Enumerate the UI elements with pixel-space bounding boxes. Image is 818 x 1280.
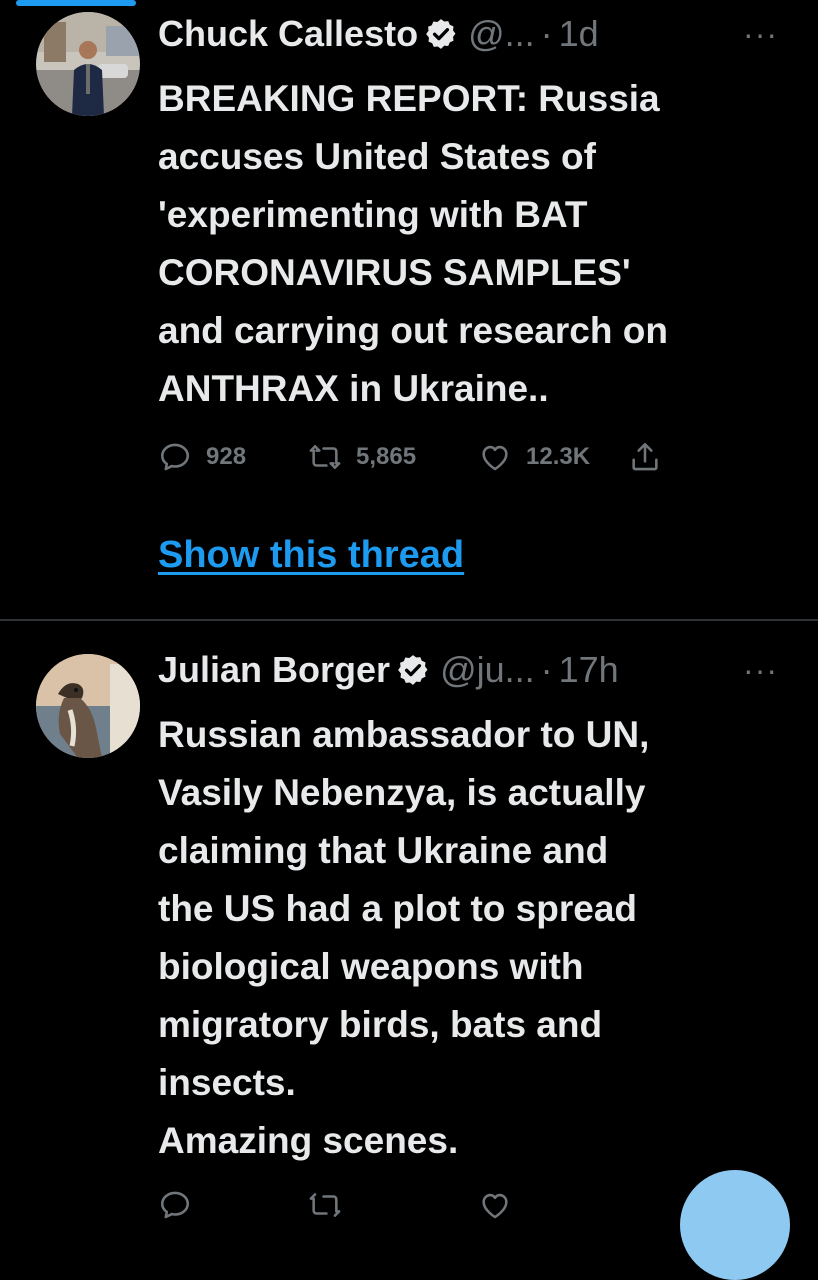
reply-button[interactable]: 928 [158, 440, 308, 474]
retweet-button[interactable]: 5,865 [308, 440, 478, 474]
tweet-text-line: insects. [158, 1062, 296, 1103]
tweet-text: BREAKING REPORT: Russia accuses United S… [158, 70, 798, 418]
retweet-count: 5,865 [356, 443, 417, 470]
avatar[interactable] [36, 12, 140, 116]
tweet-text-line: BREAKING REPORT: Russia [158, 78, 660, 119]
more-options-icon[interactable]: ··· [743, 14, 778, 54]
share-button[interactable] [628, 440, 662, 474]
tweet-text-line: migratory birds, bats and [158, 1004, 603, 1045]
separator-dot: · [540, 649, 553, 690]
tweet-actions [158, 1188, 628, 1222]
share-icon [632, 442, 658, 471]
heart-icon [482, 1193, 508, 1219]
author-handle[interactable]: @... [468, 14, 535, 54]
tweet-text-line: and carrying out research on [158, 310, 668, 351]
tweet-text-line: 'experimenting with BAT [158, 194, 588, 235]
tweet-timestamp[interactable]: 1d [559, 14, 599, 54]
tweet-card[interactable]: Julian Borger @ju... · 17h ··· Russian a… [0, 622, 818, 1219]
like-count: 12.3K [526, 443, 591, 470]
retweet-icon [309, 1193, 341, 1217]
retweet-button[interactable] [308, 1188, 478, 1222]
tweet-text: Russian ambassador to UN, Vasily Nebenzy… [158, 706, 798, 1170]
author-handle[interactable]: @ju... [440, 650, 535, 690]
separator-dot: · [540, 13, 553, 54]
like-button[interactable] [478, 1188, 628, 1222]
tweet-timestamp[interactable]: 17h [559, 650, 619, 690]
verified-badge-icon [396, 653, 430, 687]
tweet-text-line: biological weapons with [158, 946, 584, 987]
show-thread-link[interactable]: Show this thread [158, 534, 464, 577]
verified-badge-icon [424, 17, 458, 51]
tweet-text-line: Amazing scenes. [158, 1120, 459, 1161]
avatar[interactable] [36, 654, 140, 758]
tweet-divider [0, 619, 818, 621]
tweet-text-line: the US had a plot to spread [158, 888, 637, 929]
tweet-text-line: CORONAVIRUS SAMPLES' [158, 252, 631, 293]
tweet-header: Chuck Callesto @... · 1d ··· [158, 14, 778, 54]
tweet-header: Julian Borger @ju... · 17h ··· [158, 650, 778, 690]
tweet-text-line: accuses United States of [158, 136, 596, 177]
like-button[interactable]: 12.3K [478, 440, 628, 474]
author-name[interactable]: Julian Borger [158, 650, 390, 690]
reply-icon [160, 1191, 190, 1219]
more-options-icon[interactable]: ··· [743, 650, 778, 690]
tweet-actions: 928 5,865 12.3K [158, 440, 662, 474]
reply-count: 928 [206, 443, 247, 470]
compose-tweet-button[interactable] [680, 1170, 790, 1280]
tweet-text-line: ANTHRAX in Ukraine.. [158, 368, 549, 409]
tweet-card[interactable]: Chuck Callesto @... · 1d ··· BREAKING RE… [0, 0, 818, 620]
tweet-text-line: Russian ambassador to UN, [158, 714, 650, 755]
heart-icon [482, 445, 508, 471]
tweet-text-line: Vasily Nebenzya, is actually [158, 772, 646, 813]
tweet-text-line: claiming that Ukraine and [158, 830, 609, 871]
reply-icon [160, 443, 190, 471]
author-name[interactable]: Chuck Callesto [158, 14, 418, 54]
reply-button[interactable] [158, 1188, 308, 1222]
retweet-icon [309, 445, 341, 469]
